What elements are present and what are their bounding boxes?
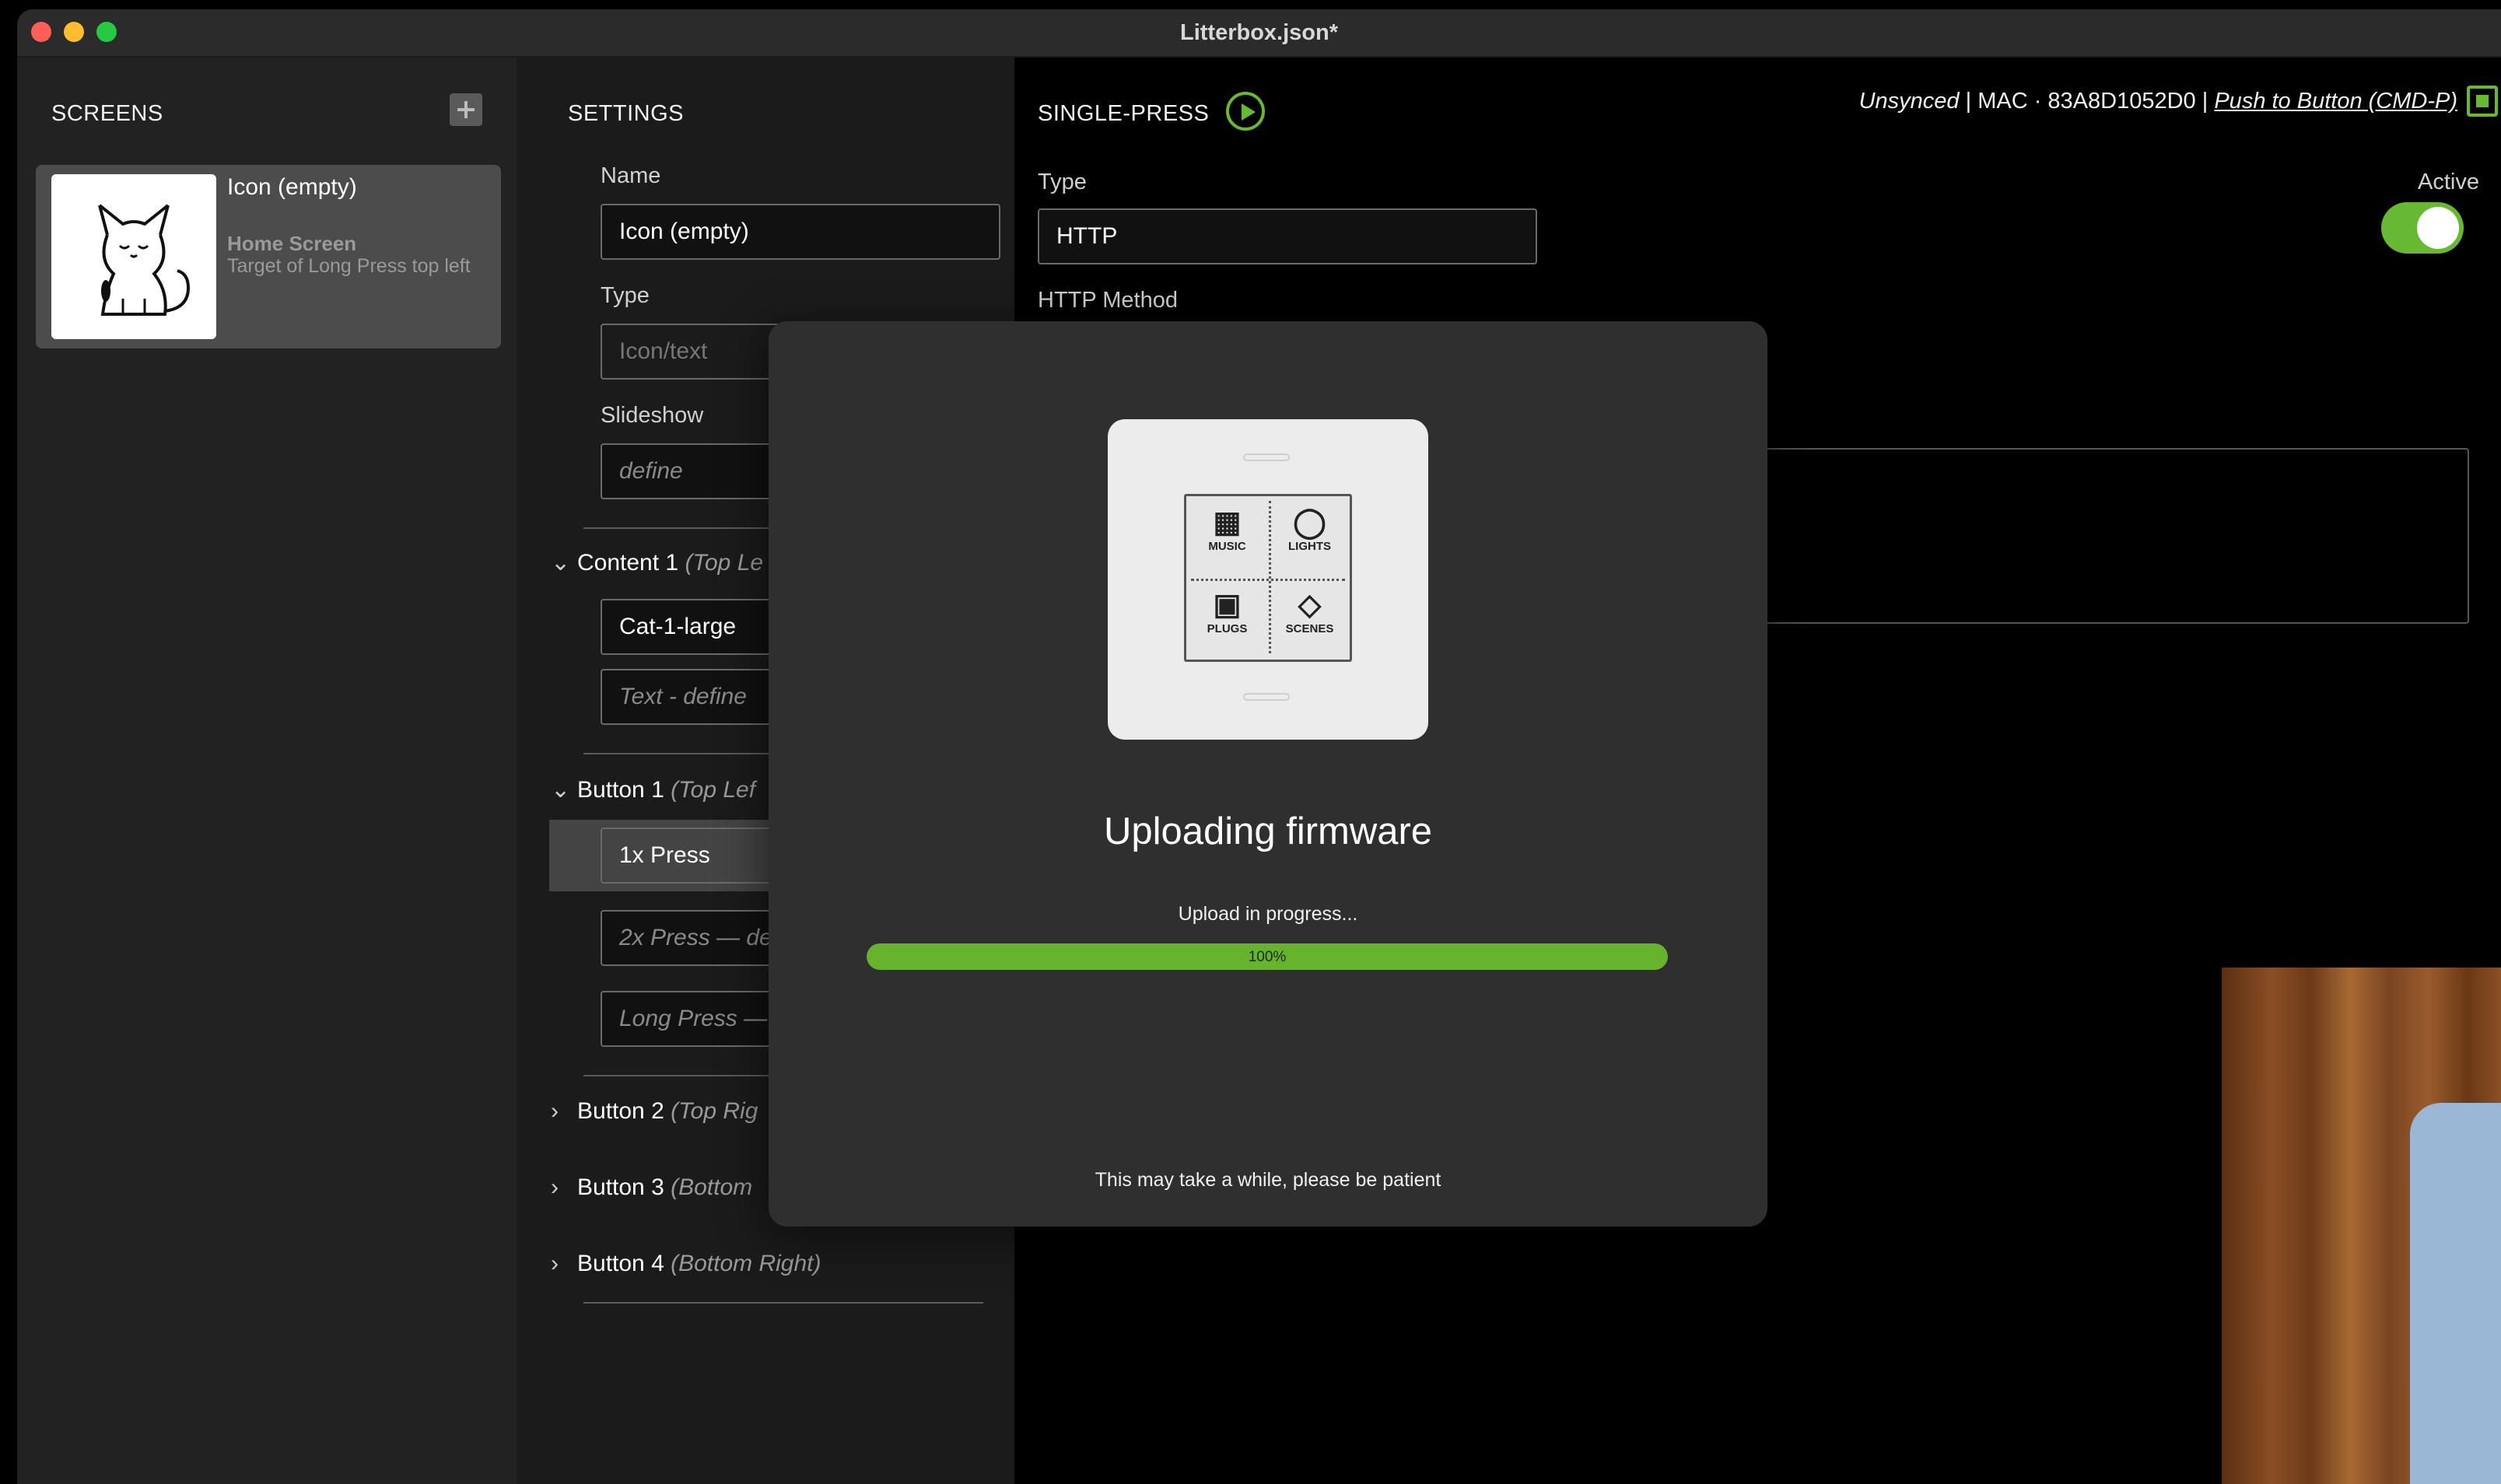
dialog-note: This may take a while, please be patient [1095, 1169, 1441, 1191]
device-photo [2410, 1103, 2501, 1484]
active-toggle[interactable] [2381, 202, 2464, 254]
device-illustration: ▦ MUSIC ◯ LIGHTS ▣ PLUGS ◇ SCENES [1108, 419, 1428, 740]
divider [1269, 501, 1271, 653]
cat-icon [98, 204, 191, 316]
screen-subtitle: Home Screen [227, 232, 357, 255]
push-to-button-link[interactable]: Push to Button (CMD-P) [2214, 89, 2457, 114]
progress-bar: 100% [867, 943, 1668, 970]
plugs-tile: ▣ PLUGS [1186, 579, 1268, 660]
upload-dialog: ▦ MUSIC ◯ LIGHTS ▣ PLUGS ◇ SCENES Uploading … [769, 321, 1767, 1227]
button4-section-header[interactable]: › Button 4 (Bottom Right) [551, 1251, 821, 1277]
chevron-down-icon: ⌄ [551, 777, 571, 803]
button1-section-header[interactable]: ⌄ Button 1 (Top Lef [551, 776, 755, 803]
settings-header: SETTINGS [568, 101, 685, 126]
scenes-tile: ◇ SCENES [1269, 579, 1350, 660]
action-header: SINGLE-PRESS [1038, 101, 1210, 126]
button3-section-header[interactable]: › Button 3 (Bottom [551, 1174, 752, 1201]
chevron-right-icon: › [551, 1098, 559, 1124]
title-bar: Litterbox.json* [17, 9, 2501, 58]
screens-panel: SCREENS Icon (empty) Home Screen Target … [17, 58, 517, 1484]
music-tile: ▦ MUSIC [1186, 496, 1268, 578]
slideshow-label: Slideshow [601, 403, 704, 428]
progress-label: Upload in progress... [1178, 903, 1358, 925]
plug-icon: ▣ [1213, 589, 1242, 621]
button2-section-header[interactable]: › Button 2 (Top Rig [551, 1098, 758, 1125]
divider [1191, 579, 1345, 581]
content1-section-header[interactable]: ⌄ Content 1 (Top Le [551, 549, 763, 576]
divider [583, 1302, 983, 1304]
screen-detail: Target of Long Press top left [227, 255, 471, 277]
chevron-down-icon: ⌄ [551, 550, 571, 576]
type-label: Type [601, 283, 650, 308]
window-title: Litterbox.json* [1179, 20, 1338, 45]
lightbulb-icon: ◯ [1293, 506, 1326, 539]
sync-status: Unsynced | MAC · 83A8D1052D0 | Push to B… [1858, 89, 2457, 114]
screen-thumbnail [51, 174, 216, 339]
device-screen: ▦ MUSIC ◯ LIGHTS ▣ PLUGS ◇ SCENES [1184, 494, 1352, 662]
action-type-select[interactable]: HTTP [1038, 208, 1537, 264]
screens-header: SCREENS [51, 101, 163, 126]
dialog-title: Uploading firmware [1103, 810, 1433, 852]
device-slot [1243, 453, 1290, 461]
add-screen-button[interactable] [450, 93, 482, 126]
scenes-icon: ◇ [1298, 589, 1322, 621]
name-label: Name [601, 163, 661, 188]
device-slot [1243, 693, 1290, 701]
action-type-label: Type [1038, 170, 1087, 194]
chevron-right-icon: › [551, 1251, 559, 1276]
active-label: Active [2418, 170, 2479, 194]
device-status-icon[interactable] [2467, 86, 2498, 117]
chevron-right-icon: › [551, 1174, 559, 1200]
http-method-label: HTTP Method [1038, 288, 1178, 313]
name-input[interactable]: Icon (empty) [601, 204, 1000, 260]
request-body-input[interactable] [1761, 448, 2469, 624]
play-icon[interactable] [1226, 92, 1265, 131]
progress-percent: 100% [1248, 949, 1287, 965]
screen-list-item[interactable]: Icon (empty) Home Screen Target of Long … [36, 165, 501, 348]
screen-title: Icon (empty) [227, 174, 357, 200]
lights-tile: ◯ LIGHTS [1269, 496, 1350, 578]
music-icon: ▦ [1213, 506, 1242, 539]
